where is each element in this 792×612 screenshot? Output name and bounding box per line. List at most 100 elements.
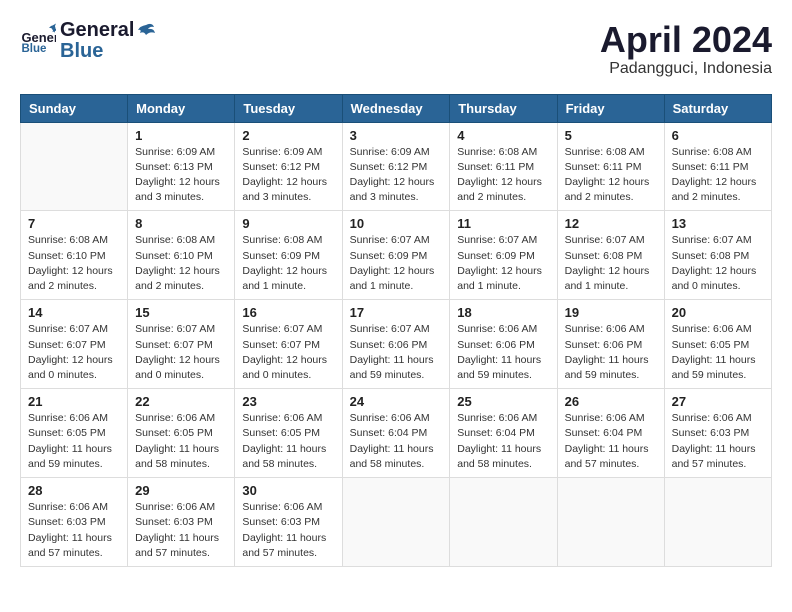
day-number: 30	[242, 483, 334, 498]
calendar-cell: 12Sunrise: 6:07 AMSunset: 6:08 PMDayligh…	[557, 211, 664, 300]
day-number: 10	[350, 216, 443, 231]
calendar-cell	[342, 478, 450, 567]
calendar-cell: 10 Sunrise: 6:07 AMSunset: 6:09 PMDayligh…	[342, 211, 450, 300]
calendar-header-row: SundayMondayTuesdayWednesdayThursdayFrid…	[21, 94, 772, 122]
day-number: 17	[350, 305, 443, 320]
day-info: Sunrise: 6:07 AMSunset: 6:08 PMDaylight:…	[565, 233, 657, 294]
logo-blue-text: Blue	[60, 41, 156, 61]
day-number: 3	[350, 128, 443, 143]
day-info: Sunrise: 6:06 AMSunset: 6:06 PMDaylight:…	[565, 322, 657, 383]
day-info: Sunrise: 6:08 AMSunset: 6:11 PMDaylight:…	[565, 145, 657, 206]
calendar-cell: 19 Sunrise: 6:06 AMSunset: 6:06 PMDayligh…	[557, 300, 664, 389]
day-info: Sunrise: 6:07 AMSunset: 6:07 PMDaylight:…	[28, 322, 120, 383]
day-info: Sunrise: 6:07 AMSunset: 6:08 PMDaylight:…	[672, 233, 764, 294]
calendar-cell: 17 Sunrise: 6:07 AMSunset: 6:06 PMDayligh…	[342, 300, 450, 389]
day-info: Sunrise: 6:07 AMSunset: 6:09 PMDaylight:…	[350, 233, 443, 294]
day-info: Sunrise: 6:06 AMSunset: 6:03 PMDaylight:…	[672, 411, 764, 472]
day-info: Sunrise: 6:06 AMSunset: 6:04 PMDaylight:…	[350, 411, 443, 472]
calendar-cell: 3 Sunrise: 6:09 AMSunset: 6:12 PMDaylight…	[342, 122, 450, 211]
day-info: Sunrise: 6:07 AMSunset: 6:06 PMDaylight:…	[350, 322, 443, 383]
day-info: Sunrise: 6:06 AMSunset: 6:04 PMDaylight:…	[565, 411, 657, 472]
calendar-cell: 22 Sunrise: 6:06 AMSunset: 6:05 PMDayligh…	[128, 389, 235, 478]
day-info: Sunrise: 6:06 AMSunset: 6:05 PMDaylight:…	[672, 322, 764, 383]
day-number: 29	[135, 483, 227, 498]
day-number: 11	[457, 216, 549, 231]
calendar-cell: 9 Sunrise: 6:08 AMSunset: 6:09 PMDaylight…	[235, 211, 342, 300]
day-info: Sunrise: 6:06 AMSunset: 6:03 PMDaylight:…	[28, 500, 120, 561]
day-number: 21	[28, 394, 120, 409]
day-info: Sunrise: 6:06 AMSunset: 6:05 PMDaylight:…	[135, 411, 227, 472]
calendar-cell: 4Sunrise: 6:08 AMSunset: 6:11 PMDaylight…	[450, 122, 557, 211]
calendar-week-5: 28Sunrise: 6:06 AMSunset: 6:03 PMDayligh…	[21, 478, 772, 567]
calendar-cell	[21, 122, 128, 211]
day-info: Sunrise: 6:08 AMSunset: 6:10 PMDaylight:…	[135, 233, 227, 294]
calendar-cell	[664, 478, 771, 567]
day-number: 18	[457, 305, 549, 320]
day-info: Sunrise: 6:09 AMSunset: 6:12 PMDaylight:…	[350, 145, 443, 206]
day-info: Sunrise: 6:06 AMSunset: 6:05 PMDaylight:…	[28, 411, 120, 472]
day-info: Sunrise: 6:06 AMSunset: 6:03 PMDaylight:…	[242, 500, 334, 561]
calendar-cell: 14 Sunrise: 6:07 AMSunset: 6:07 PMDayligh…	[21, 300, 128, 389]
calendar-cell: 5 Sunrise: 6:08 AMSunset: 6:11 PMDaylight…	[557, 122, 664, 211]
day-info: Sunrise: 6:08 AMSunset: 6:11 PMDaylight:…	[672, 145, 764, 206]
calendar-cell	[557, 478, 664, 567]
day-number: 24	[350, 394, 443, 409]
day-number: 23	[242, 394, 334, 409]
day-number: 16	[242, 305, 334, 320]
day-number: 6	[672, 128, 764, 143]
day-info: Sunrise: 6:06 AMSunset: 6:04 PMDaylight:…	[457, 411, 549, 472]
weekday-monday: Monday	[128, 94, 235, 122]
calendar-cell: 21 Sunrise: 6:06 AMSunset: 6:05 PMDayligh…	[21, 389, 128, 478]
day-info: Sunrise: 6:09 AMSunset: 6:12 PMDaylight:…	[242, 145, 334, 206]
logo: General Blue General Blue	[20, 20, 156, 61]
day-number: 8	[135, 216, 227, 231]
calendar-cell: 23 Sunrise: 6:06 AMSunset: 6:05 PMDayligh…	[235, 389, 342, 478]
day-info: Sunrise: 6:08 AMSunset: 6:09 PMDaylight:…	[242, 233, 334, 294]
day-number: 27	[672, 394, 764, 409]
day-info: Sunrise: 6:07 AMSunset: 6:07 PMDaylight:…	[242, 322, 334, 383]
day-info: Sunrise: 6:08 AMSunset: 6:10 PMDaylight:…	[28, 233, 120, 294]
weekday-thursday: Thursday	[450, 94, 557, 122]
day-number: 25	[457, 394, 549, 409]
day-number: 19	[565, 305, 657, 320]
day-number: 14	[28, 305, 120, 320]
calendar-week-2: 7Sunrise: 6:08 AMSunset: 6:10 PMDaylight…	[21, 211, 772, 300]
calendar-cell: 20 Sunrise: 6:06 AMSunset: 6:05 PMDayligh…	[664, 300, 771, 389]
day-number: 26	[565, 394, 657, 409]
calendar-body: 1 Sunrise: 6:09 AMSunset: 6:13 PMDaylight…	[21, 122, 772, 566]
calendar-cell: 1 Sunrise: 6:09 AMSunset: 6:13 PMDaylight…	[128, 122, 235, 211]
day-info: Sunrise: 6:09 AMSunset: 6:13 PMDaylight:…	[135, 145, 227, 206]
weekday-sunday: Sunday	[21, 94, 128, 122]
day-number: 22	[135, 394, 227, 409]
day-info: Sunrise: 6:06 AMSunset: 6:06 PMDaylight:…	[457, 322, 549, 383]
day-number: 5	[565, 128, 657, 143]
calendar-cell	[450, 478, 557, 567]
location-title: Padangguci, Indonesia	[600, 60, 772, 78]
calendar-cell: 6 Sunrise: 6:08 AMSunset: 6:11 PMDaylight…	[664, 122, 771, 211]
calendar-cell: 8 Sunrise: 6:08 AMSunset: 6:10 PMDaylight…	[128, 211, 235, 300]
calendar-cell: 29 Sunrise: 6:06 AMSunset: 6:03 PMDayligh…	[128, 478, 235, 567]
title-block: April 2024 Padangguci, Indonesia	[600, 20, 772, 78]
calendar-cell: 30 Sunrise: 6:06 AMSunset: 6:03 PMDayligh…	[235, 478, 342, 567]
weekday-tuesday: Tuesday	[235, 94, 342, 122]
svg-text:Blue: Blue	[21, 44, 47, 56]
calendar-cell: 27 Sunrise: 6:06 AMSunset: 6:03 PMDayligh…	[664, 389, 771, 478]
calendar-cell: 24 Sunrise: 6:06 AMSunset: 6:04 PMDayligh…	[342, 389, 450, 478]
day-info: Sunrise: 6:07 AMSunset: 6:09 PMDaylight:…	[457, 233, 549, 294]
calendar-week-1: 1 Sunrise: 6:09 AMSunset: 6:13 PMDaylight…	[21, 122, 772, 211]
day-number: 9	[242, 216, 334, 231]
weekday-wednesday: Wednesday	[342, 94, 450, 122]
day-number: 20	[672, 305, 764, 320]
calendar-cell: 15Sunrise: 6:07 AMSunset: 6:07 PMDayligh…	[128, 300, 235, 389]
weekday-friday: Friday	[557, 94, 664, 122]
day-number: 1	[135, 128, 227, 143]
day-info: Sunrise: 6:06 AMSunset: 6:03 PMDaylight:…	[135, 500, 227, 561]
calendar-week-4: 21 Sunrise: 6:06 AMSunset: 6:05 PMDayligh…	[21, 389, 772, 478]
logo-general-text: General	[60, 20, 156, 41]
calendar-cell: 7Sunrise: 6:08 AMSunset: 6:10 PMDaylight…	[21, 211, 128, 300]
day-number: 4	[457, 128, 549, 143]
logo-bird-icon	[136, 21, 156, 41]
calendar-week-3: 14 Sunrise: 6:07 AMSunset: 6:07 PMDayligh…	[21, 300, 772, 389]
day-info: Sunrise: 6:06 AMSunset: 6:05 PMDaylight:…	[242, 411, 334, 472]
day-number: 2	[242, 128, 334, 143]
